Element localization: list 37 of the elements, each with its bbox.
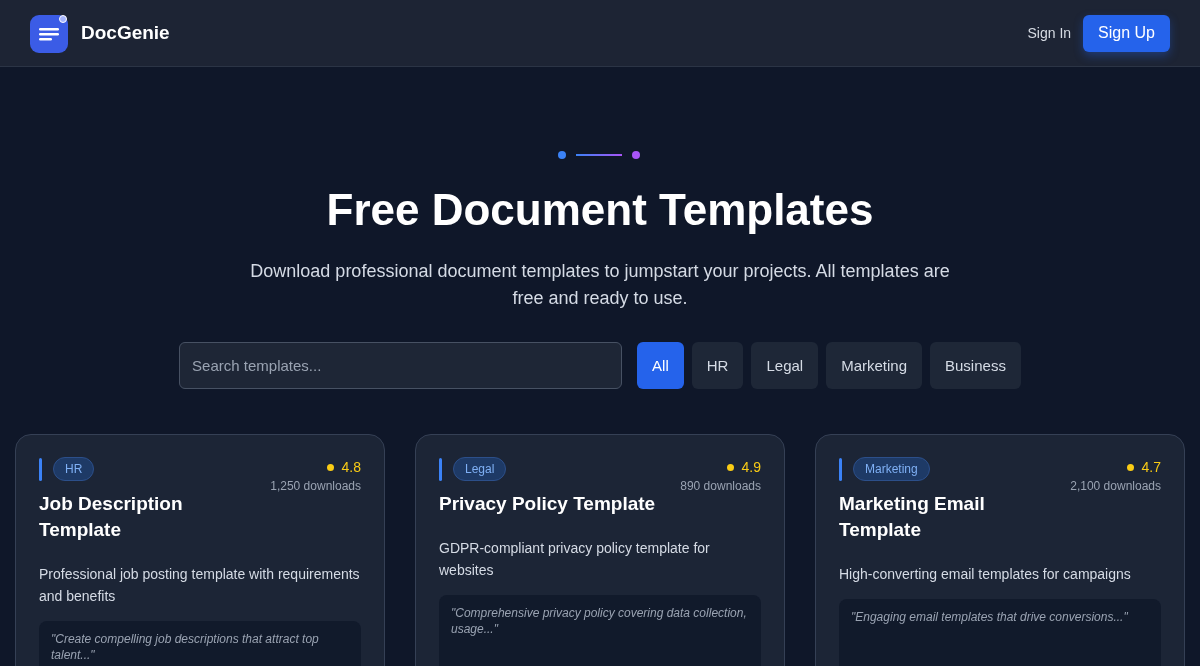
template-title: Job Description Template [39, 492, 184, 542]
filter-tab[interactable]: Legal [751, 342, 819, 389]
divider-ornament-icon [558, 150, 642, 160]
category-tag: Marketing [853, 457, 930, 481]
download-count: 1,250 downloads [270, 479, 361, 493]
rating-dot-icon [326, 463, 334, 471]
search-field[interactable]: Search templates... [179, 342, 623, 389]
filter-tab[interactable]: HR [691, 342, 744, 389]
preview-text: "Engaging email templates that drive conversions..." [851, 609, 1129, 625]
page-title: Free Document Templates [326, 184, 874, 236]
filter-tab[interactable]: Business [930, 342, 1021, 389]
accent-bar [839, 457, 842, 481]
preview-text: "Comprehensive privacy policy covering data collection, usage..." [451, 605, 748, 637]
rating-value: 4.8 [341, 459, 361, 475]
download-count: 890 downloads [680, 479, 761, 493]
template-title: Privacy Policy Template [439, 492, 656, 516]
filter-tab[interactable]: Marketing [826, 342, 922, 389]
template-description: High-converting email templates for campaigns [839, 565, 1132, 584]
page-subtitle: Download professional document templates to jumpstart your projects. All templates are free and ready to use. [249, 260, 951, 310]
category-tag: HR [53, 457, 95, 481]
rating-value: 4.7 [1141, 459, 1161, 475]
sign-up-button[interactable]: Sign Up [1083, 14, 1170, 52]
sign-in-link[interactable]: Sign In [1027, 21, 1072, 45]
template-description: GDPR-compliant privacy policy template for websites [439, 539, 711, 580]
category-tag: Legal [453, 457, 507, 481]
accent-bar [39, 457, 42, 481]
download-count: 2,100 downloads [1070, 479, 1161, 493]
rating-value: 4.9 [741, 459, 761, 475]
document-logo-icon [30, 13, 70, 53]
brand-name: DocGenie [81, 22, 170, 44]
template-title: Marketing Email Template [839, 492, 986, 542]
filter-tab[interactable]: All [637, 342, 684, 389]
preview-text: "Create compelling job descriptions that attract top talent..." [51, 631, 320, 663]
accent-bar [439, 457, 442, 481]
rating-dot-icon [726, 463, 734, 471]
rating-dot-icon [1126, 463, 1134, 471]
template-description: Professional job posting template with requirements and benefits [39, 565, 361, 606]
